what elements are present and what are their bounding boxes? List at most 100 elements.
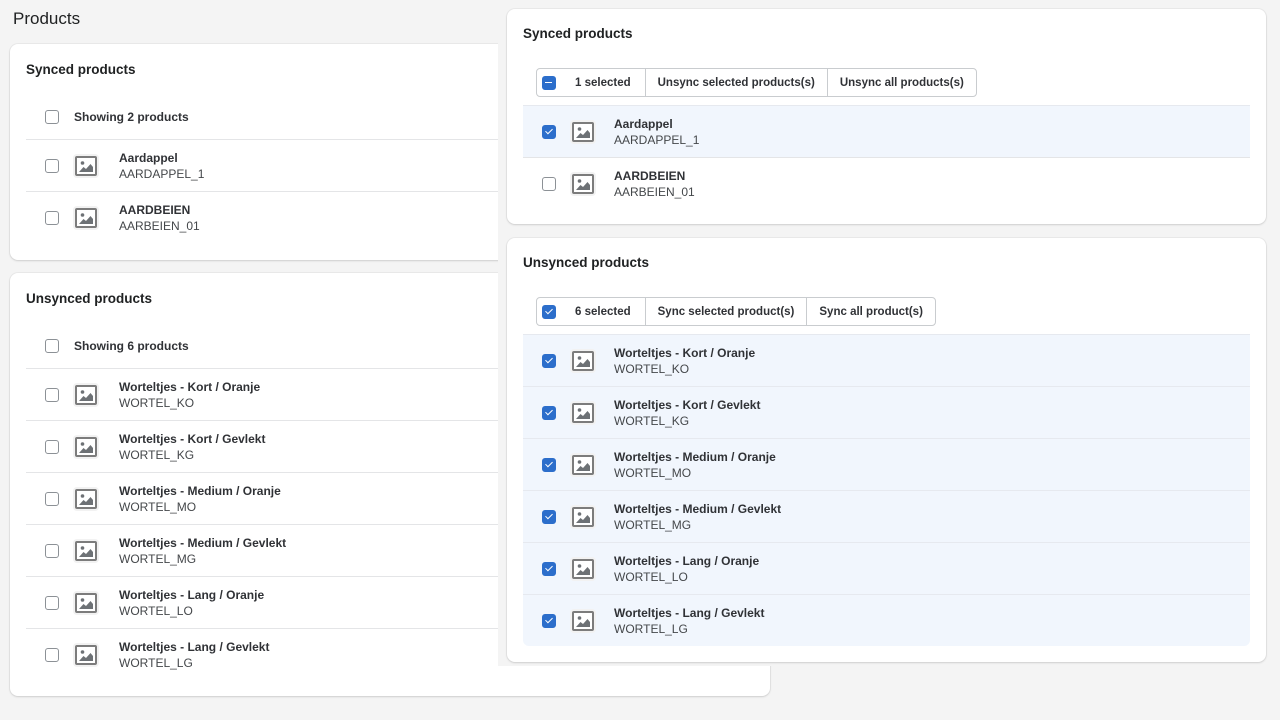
image-placeholder-icon: [75, 436, 97, 457]
row-checkbox[interactable]: [45, 595, 59, 610]
product-row[interactable]: Aardappel AARDAPPEL_1: [523, 105, 1250, 157]
page-title: Products: [13, 9, 81, 28]
product-sku: WORTEL_MG: [614, 517, 692, 532]
row-checkbox[interactable]: [542, 561, 556, 576]
image-placeholder-icon: [572, 610, 594, 631]
card-title: Unsynced products: [26, 291, 153, 306]
card-title: Synced products: [523, 26, 633, 41]
row-checkbox[interactable]: [542, 457, 556, 472]
product-info: Worteltjes - Lang / Gevlekt WORTEL_LG: [119, 639, 269, 671]
row-checkbox[interactable]: [542, 176, 556, 191]
product-sku: WORTEL_LG: [614, 621, 688, 636]
product-row[interactable]: AARDBEIEN AARBEIEN_01: [523, 157, 1250, 209]
select-all-checkbox[interactable]: [45, 338, 59, 353]
product-name: Worteltjes - Medium / Gevlekt: [119, 535, 287, 550]
product-info: Worteltjes - Kort / Gevlekt WORTEL_KG: [119, 431, 265, 463]
bulk-actions-bar: 1 selected Unsync selected products(s) U…: [536, 68, 977, 97]
synced-products-card-selected: Synced products 1 selected Unsync select…: [507, 9, 1266, 224]
selected-count: 1 selected: [575, 76, 631, 89]
image-placeholder-icon: [572, 454, 594, 475]
product-name: Worteltjes - Kort / Oranje: [119, 379, 261, 394]
product-sku: WORTEL_MG: [119, 551, 197, 566]
row-checkbox[interactable]: [542, 353, 556, 368]
row-checkbox[interactable]: [45, 211, 59, 225]
product-name: Worteltjes - Lang / Gevlekt: [119, 640, 270, 654]
product-row[interactable]: Worteltjes - Kort / Gevlekt WORTEL_KG: [523, 386, 1250, 438]
product-row[interactable]: Worteltjes - Kort / Oranje WORTEL_KO: [523, 334, 1250, 386]
row-checkbox[interactable]: [45, 387, 59, 402]
row-checkbox[interactable]: [542, 613, 556, 628]
row-checkbox[interactable]: [45, 543, 59, 558]
image-placeholder-icon: [75, 592, 97, 613]
image-placeholder-icon: [75, 384, 97, 405]
unsynced-products-list: Worteltjes - Kort / Oranje WORTEL_KO Worte…: [523, 334, 1250, 646]
image-placeholder-icon: [572, 558, 594, 579]
product-info: Aardappel AARDAPPEL_1: [119, 150, 204, 182]
product-sku: AARBEIEN_01: [119, 219, 200, 233]
product-name: Aardappel: [119, 150, 178, 165]
product-info: Worteltjes - Medium / Oranje WORTEL_MO: [119, 483, 281, 515]
product-sku: WORTEL_MO: [614, 465, 692, 480]
row-checkbox[interactable]: [45, 491, 59, 506]
product-row[interactable]: Worteltjes - Lang / Oranje WORTEL_LO: [523, 542, 1250, 594]
product-sku: AARDAPPEL_1: [614, 132, 700, 147]
product-row[interactable]: Worteltjes - Lang / Gevlekt WORTEL_LG: [523, 594, 1250, 646]
product-name: AARDBEIEN: [614, 168, 686, 183]
unsynced-products-card-selected: Unsynced products 6 selected Sync select…: [507, 238, 1266, 662]
selection-overlay-panel: Synced products 1 selected Unsync select…: [498, 0, 1280, 666]
product-name: Worteltjes - Medium / Gevlekt: [614, 501, 782, 516]
product-sku: WORTEL_LO: [119, 603, 193, 618]
product-name: Worteltjes - Medium / Oranje: [614, 449, 776, 464]
product-info: Worteltjes - Medium / Gevlekt WORTEL_MG: [614, 501, 781, 533]
unsync-selected-button[interactable]: Unsync selected products(s): [646, 69, 828, 96]
product-name: AARDBEIEN: [119, 203, 191, 217]
bulk-actions-bar: 6 selected Sync selected product(s) Sync…: [536, 297, 936, 326]
image-placeholder-icon: [75, 208, 97, 228]
image-placeholder-icon: [572, 121, 594, 142]
row-checkbox[interactable]: [45, 648, 59, 662]
row-checkbox[interactable]: [542, 405, 556, 420]
product-info: Worteltjes - Lang / Oranje WORTEL_LO: [614, 553, 759, 585]
product-name: Aardappel: [614, 116, 673, 131]
product-sku: WORTEL_LO: [614, 569, 688, 584]
row-checkbox[interactable]: [45, 158, 59, 173]
image-placeholder-icon: [572, 402, 594, 423]
product-info: Worteltjes - Kort / Gevlekt WORTEL_KG: [614, 397, 760, 429]
product-sku: WORTEL_LG: [119, 656, 193, 670]
product-sku: AARDAPPEL_1: [119, 166, 205, 181]
product-row[interactable]: Worteltjes - Medium / Oranje WORTEL_MO: [523, 438, 1250, 490]
sync-selected-button[interactable]: Sync selected product(s): [646, 298, 808, 325]
product-name: Worteltjes - Kort / Gevlekt: [614, 397, 761, 412]
product-row[interactable]: Worteltjes - Medium / Gevlekt WORTEL_MG: [523, 490, 1250, 542]
selected-count: 6 selected: [575, 305, 631, 318]
card-title: Unsynced products: [523, 255, 650, 270]
card-title: Synced products: [26, 62, 136, 77]
product-name: Worteltjes - Lang / Oranje: [614, 553, 760, 568]
row-checkbox[interactable]: [542, 509, 556, 524]
row-checkbox[interactable]: [45, 439, 59, 454]
product-info: Worteltjes - Lang / Gevlekt WORTEL_LG: [614, 605, 764, 637]
select-all-checkbox[interactable]: [542, 304, 556, 319]
product-sku: WORTEL_KO: [614, 361, 690, 376]
product-name: Worteltjes - Medium / Oranje: [119, 483, 281, 498]
product-info: Worteltjes - Lang / Oranje WORTEL_LO: [119, 587, 264, 619]
selection-toggle[interactable]: 1 selected: [537, 69, 646, 96]
image-placeholder-icon: [75, 645, 97, 665]
product-info: Worteltjes - Kort / Oranje WORTEL_KO: [119, 379, 260, 411]
select-all-checkbox[interactable]: [542, 75, 556, 90]
product-sku: WORTEL_MO: [119, 499, 197, 514]
synced-products-list: Aardappel AARDAPPEL_1 AARDBEIEN AARBEIEN_01: [523, 105, 1250, 209]
product-name: Worteltjes - Kort / Gevlekt: [119, 431, 266, 446]
product-sku: WORTEL_KG: [119, 447, 195, 462]
product-info: Aardappel AARDAPPEL_1: [614, 116, 699, 148]
image-placeholder-icon: [572, 350, 594, 371]
unsync-all-button[interactable]: Unsync all products(s): [828, 69, 976, 96]
sync-all-button[interactable]: Sync all product(s): [807, 298, 935, 325]
selection-toggle[interactable]: 6 selected: [537, 298, 646, 325]
product-sku: WORTEL_KG: [614, 413, 690, 428]
row-checkbox[interactable]: [542, 124, 556, 139]
product-info: Worteltjes - Medium / Gevlekt WORTEL_MG: [119, 535, 286, 567]
product-sku: AARBEIEN_01: [614, 184, 695, 199]
product-sku: WORTEL_KO: [119, 395, 195, 410]
select-all-checkbox[interactable]: [45, 109, 59, 124]
